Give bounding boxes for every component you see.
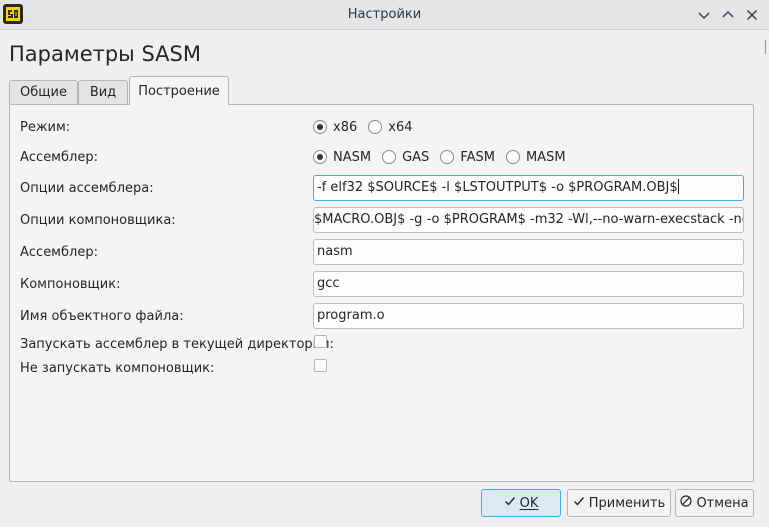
radio-indicator: [368, 120, 383, 134]
mode-radio-group: x86 x64: [313, 119, 424, 135]
assembler-options-value: -f elf32 $SOURCE$ -l $LSTOUTPUT$ -o $PRO…: [317, 180, 678, 195]
mode-x64-radio[interactable]: x64: [368, 119, 413, 135]
title-bar: Настройки: [0, 0, 769, 30]
cancel-button-label: Отмена: [696, 495, 749, 511]
skip-linker-checkbox[interactable]: [314, 359, 327, 372]
linker-path-label: Компоновщик:: [20, 277, 121, 292]
run-in-current-dir-label: Запускать ассемблер в текущей директории…: [20, 337, 334, 352]
assembler-nasm-radio[interactable]: NASM: [313, 150, 371, 165]
ok-button[interactable]: OK: [481, 489, 561, 517]
apply-button[interactable]: Применить: [567, 489, 671, 517]
radio-indicator: [440, 150, 455, 164]
assembler-path-label: Ассемблер:: [20, 245, 98, 260]
assembler-path-input[interactable]: nasm: [313, 239, 744, 265]
radio-label: FASM: [460, 149, 495, 165]
assembler-masm-radio[interactable]: MASM: [505, 149, 566, 165]
radio-label: x86: [333, 119, 358, 135]
radio-label: NASM: [333, 149, 372, 165]
assembler-type-label: Ассемблер:: [20, 150, 98, 165]
radio-indicator: [505, 150, 520, 164]
assembler-options-input[interactable]: -f elf32 $SOURCE$ -l $LSTOUTPUT$ -o $PRO…: [313, 175, 744, 201]
skip-linker-label: Не запускать компоновщик:: [20, 361, 215, 376]
object-file-label: Имя объектного файла:: [20, 309, 184, 324]
linker-options-label: Опции компоновщика:: [20, 213, 176, 228]
chevron-down-icon[interactable]: [696, 7, 712, 23]
text-caret: [677, 179, 679, 194]
apply-button-label: Применить: [588, 495, 666, 511]
linker-path-input[interactable]: gcc: [313, 271, 744, 297]
checkmark-icon: [504, 495, 516, 511]
window-title: Настройки: [347, 7, 422, 22]
radio-label: x64: [388, 119, 413, 135]
tab-general[interactable]: Общие: [9, 80, 78, 104]
radio-indicator: [382, 150, 397, 164]
assembler-radio-group: NASM GAS FASM MASM: [313, 149, 577, 165]
tab-view[interactable]: Вид: [78, 80, 128, 104]
run-in-current-dir-checkbox[interactable]: [314, 335, 327, 348]
radio-label: MASM: [525, 149, 566, 165]
radio-label: GAS: [402, 149, 430, 165]
mode-x86-radio[interactable]: x86: [313, 120, 357, 135]
ok-button-label: OK: [519, 495, 539, 511]
radio-indicator: [313, 150, 327, 164]
page-title: Параметры SASM: [9, 42, 201, 66]
checkmark-icon: [573, 495, 585, 511]
assembler-options-label: Опции ассемблера:: [20, 181, 154, 196]
object-file-input[interactable]: program.o: [313, 303, 744, 329]
window-edge-divider: [765, 40, 769, 54]
chevron-up-icon[interactable]: [720, 7, 736, 23]
linker-options-input[interactable]: $MACRO.OBJ$ -g -o $PROGRAM$ -m32 -Wl,--n…: [313, 207, 744, 233]
cancel-button[interactable]: Отмена: [675, 489, 754, 517]
assembler-fasm-radio[interactable]: FASM: [440, 150, 495, 165]
radio-indicator: [313, 120, 327, 134]
tab-build[interactable]: Построение: [129, 76, 229, 105]
assembler-gas-radio[interactable]: GAS: [382, 150, 429, 165]
close-icon[interactable]: [744, 7, 760, 23]
cancel-icon: [680, 495, 693, 511]
mode-label: Режим:: [20, 120, 71, 135]
